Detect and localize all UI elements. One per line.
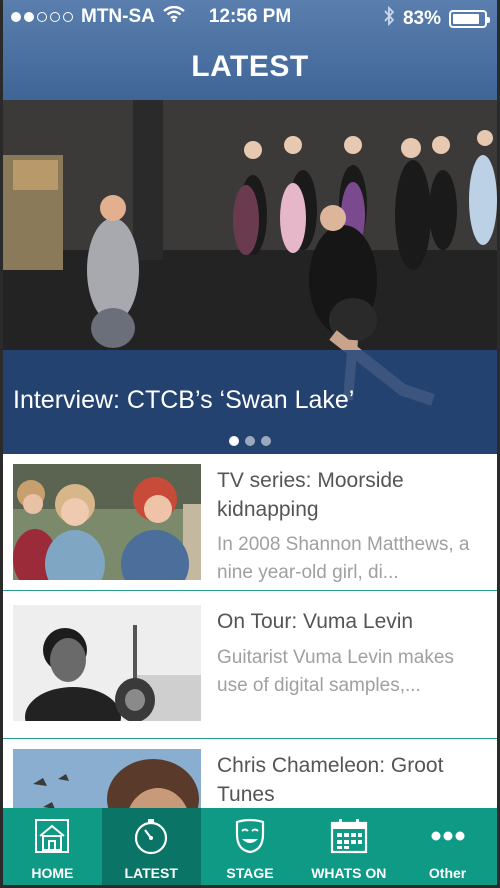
tab-label: LATEST [124,865,178,881]
tab-stage[interactable]: STAGE [201,808,300,885]
featured-caption: Interview: CTCB’s ‘Swan Lake’ [3,350,497,454]
more-icon [428,816,468,861]
page-dot[interactable] [261,436,271,446]
tab-label: STAGE [226,865,274,881]
article-excerpt: In 2008 Shannon Matthews, a nine year-ol… [217,534,470,583]
battery-percent: 83% [402,8,441,29]
page-dot[interactable] [245,436,255,446]
article-title: TV series: Moorside kidnapping [217,469,404,521]
navigation-bar: MTN-SA 12:56 PM 83% LATEST [3,0,497,100]
home-icon [32,816,72,861]
tab-label: Other [428,865,467,881]
battery-icon [449,10,490,28]
tab-latest[interactable]: LATEST [101,808,201,885]
carousel-page-indicator [3,436,497,446]
featured-title[interactable]: Interview: CTCB’s ‘Swan Lake’ [13,386,354,415]
page-dot[interactable] [229,436,239,446]
tab-other[interactable]: Other [398,808,497,885]
tab-label: WHATS ON [311,865,387,881]
article-title: Chris Chameleon: Groot Tunes [217,754,444,806]
page-title: LATEST [191,50,309,83]
article-thumbnail [13,605,201,721]
status-bar: MTN-SA 12:56 PM 83% [3,0,497,34]
article-thumbnail [13,464,201,580]
article-excerpt: Guitarist Vuma Levin makes use of digita… [217,647,454,696]
tab-label: HOME [31,865,74,881]
tab-bar: HOME LATEST STAGE WHATS ON Other [3,808,497,885]
bluetooth-icon [383,5,395,32]
tab-whats-on[interactable]: WHATS ON [299,808,398,885]
stopwatch-icon [131,816,171,861]
article-title: On Tour: Vuma Levin [217,610,414,633]
featured-carousel[interactable]: Interview: CTCB’s ‘Swan Lake’ [3,100,497,454]
tab-home[interactable]: HOME [3,808,102,885]
list-item[interactable]: On Tour: Vuma Levin Guitarist Vuma Levin… [3,591,497,739]
calendar-icon [329,816,369,861]
app-screen: MTN-SA 12:56 PM 83% LATEST Interview: CT… [0,0,500,888]
theatre-mask-icon [230,816,270,861]
list-item[interactable]: TV series: Moorside kidnapping In 2008 S… [3,454,497,591]
